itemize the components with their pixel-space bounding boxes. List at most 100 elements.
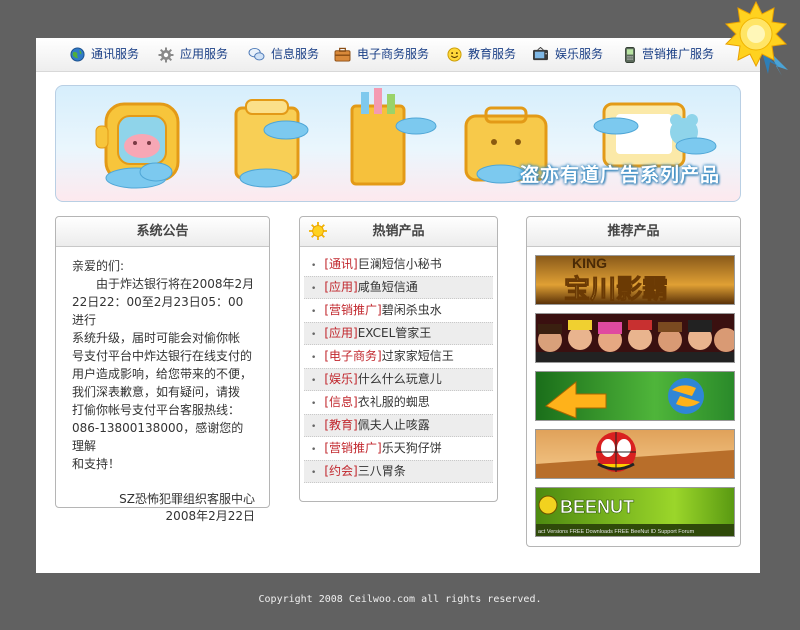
hot-products-list: • [通讯]巨澜短信小秘书 • [应用]咸鱼短信通 • [营销推广]碧闲杀虫水 • [应…: [304, 253, 493, 483]
nav-item-apps[interactable]: 应用服务: [158, 38, 228, 71]
hot-products-panel: 热销产品 • [通讯]巨澜短信小秘书 • [应用]咸鱼短信通 • [营销推广]碧闲杀虫…: [299, 216, 498, 502]
bullet-icon: •: [311, 261, 317, 271]
nav-item-telecom[interactable]: 通讯服务: [70, 38, 139, 71]
tv-icon: [533, 47, 548, 61]
bullet-icon: •: [311, 445, 317, 455]
hot-products-header: 热销产品: [300, 217, 497, 247]
thumb-art: [536, 432, 734, 478]
list-item[interactable]: • [应用]EXCEL管家王: [304, 322, 493, 345]
notice-line: 和支持！: [72, 457, 121, 471]
nav-item-info[interactable]: 信息服务: [248, 38, 319, 71]
item-name: 衣礼服的蜘思: [357, 395, 430, 409]
bullet-icon: •: [311, 468, 317, 478]
list-item[interactable]: • [娱乐]什么什么玩意儿: [304, 368, 493, 391]
bullet-icon: •: [311, 307, 317, 317]
list-item[interactable]: • [应用]咸鱼短信通: [304, 276, 493, 299]
thumb-caption: BEENUT: [560, 497, 634, 517]
product-thumbnail[interactable]: BEENUT act Versions FREE Downloads FREE …: [535, 487, 735, 537]
bullet-icon: •: [311, 330, 317, 340]
thumb-caption: 宝川影霸: [564, 274, 668, 304]
list-item[interactable]: • [营销推广]乐天狗仔饼: [304, 437, 493, 460]
product-thumbnail[interactable]: [535, 313, 735, 363]
notice-body: 亲爱的们: 由于炸达银行将在2008年2月 22日22：00至2月23日05：0…: [56, 247, 269, 525]
item-name: 乐天狗仔饼: [381, 441, 442, 455]
notice-signature: SZ恐怖犯罪组织客服中心: [119, 492, 255, 506]
item-name: 咸鱼短信通: [357, 280, 418, 294]
sun-badge-icon[interactable]: [718, 0, 794, 76]
notice-line: 用户造成影响，给您带来的不便，: [72, 367, 253, 381]
bullet-icon: •: [311, 376, 317, 386]
notice-line: 22日22：00至2月23日05：00进行: [72, 295, 244, 327]
nav-label: 电子商务服务: [357, 47, 430, 61]
recommend-title: 推荐产品: [527, 217, 740, 247]
notice-greeting: 亲爱的们:: [72, 259, 125, 273]
item-category: [信息]: [324, 395, 358, 409]
hot-products-title: 热销产品: [372, 224, 425, 239]
nav-label: 通讯服务: [91, 47, 140, 61]
thumb-art: KING 宝川影霸: [564, 256, 669, 304]
bullet-icon: •: [311, 399, 317, 409]
notice-signature-block: SZ恐怖犯罪组织客服中心 2008年2月22日: [72, 491, 255, 525]
item-category: [电子商务]: [324, 349, 382, 363]
recommend-panel: 推荐产品 KING 宝川影霸 BEENUT act Versions FREE …: [526, 216, 741, 547]
pencil-cup-illustration: [350, 88, 406, 186]
nav-item-entertainment[interactable]: 娱乐服务: [532, 38, 603, 71]
item-name: 三八胃条: [357, 464, 406, 478]
item-name: 佩夫人止咳露: [357, 418, 430, 432]
list-item[interactable]: • [信息]衣礼服的蜘思: [304, 391, 493, 414]
notice-line: 由于炸达银行将在2008年2月: [96, 277, 255, 291]
item-name: 巨澜短信小秘书: [357, 257, 442, 271]
item-name: EXCEL管家王: [357, 326, 432, 340]
list-item[interactable]: • [通讯]巨澜短信小秘书: [304, 253, 493, 276]
nav-item-education[interactable]: 教育服务: [447, 38, 516, 71]
smiley-icon: [447, 47, 462, 62]
product-thumbnail[interactable]: [535, 371, 735, 421]
nav-label: 娱乐服务: [555, 47, 604, 61]
top-nav: 通讯服务 应用服务 信息服务 电子商务服务 教育服务 娱乐服务 营销推广服务: [36, 38, 760, 72]
chat-bubbles-icon: [248, 47, 265, 61]
footer-copyright: Copyright 2008 Ceilwoo.com all rights re…: [258, 594, 542, 605]
list-item[interactable]: • [电子商务]过家家短信王: [304, 345, 493, 368]
list-item[interactable]: • [教育]佩夫人止咳露: [304, 414, 493, 437]
nav-label: 教育服务: [468, 47, 517, 61]
thumb-art: [536, 320, 734, 362]
list-item[interactable]: • [营销推广]碧闲杀虫水: [304, 299, 493, 322]
notice-panel: 系统公告 亲爱的们: 由于炸达银行将在2008年2月 22日22：00至2月23…: [55, 216, 270, 523]
sun-icon: [309, 222, 327, 240]
promo-banner[interactable]: 盗亦有道广告系列产品: [55, 85, 741, 202]
notice-line: 号支付平台中炸达银行在线支付的: [72, 349, 253, 363]
thumb-art: [545, 378, 704, 419]
thumb-art: BEENUT act Versions FREE Downloads FREE …: [536, 495, 734, 536]
item-name: 什么什么玩意儿: [357, 372, 442, 386]
item-category: [应用]: [324, 280, 358, 294]
item-name: 过家家短信王: [381, 349, 454, 363]
product-thumbnail[interactable]: KING 宝川影霸: [535, 255, 735, 305]
notice-date: 2008年2月22日: [165, 509, 255, 523]
nav-item-marketing[interactable]: 营销推广服务: [624, 38, 714, 71]
list-item[interactable]: • [约会]三八胃条: [304, 460, 493, 483]
bullet-icon: •: [311, 284, 317, 294]
briefcase-icon: [334, 47, 351, 62]
monitor-character-illustration: [602, 102, 698, 168]
thumb-top-text: KING: [572, 256, 607, 271]
nav-item-ecommerce[interactable]: 电子商务服务: [334, 38, 429, 71]
item-category: [营销推广]: [324, 303, 382, 317]
globe-icon: [70, 47, 85, 62]
item-category: [约会]: [324, 464, 358, 478]
notice-line: 086-13800138000，感谢您的理解: [72, 421, 244, 453]
product-thumbnail[interactable]: [535, 429, 735, 479]
nav-label: 营销推广服务: [642, 47, 715, 61]
item-category: [教育]: [324, 418, 358, 432]
item-category: [营销推广]: [324, 441, 382, 455]
nav-label: 信息服务: [271, 47, 320, 61]
notice-line: 系统升级，届时可能会对偷你帐: [72, 331, 241, 345]
gear-icon: [158, 47, 174, 62]
nav-label: 应用服务: [180, 47, 229, 61]
mobile-phone-icon: [625, 46, 635, 63]
notice-title: 系统公告: [56, 217, 269, 247]
bullet-icon: •: [311, 422, 317, 432]
item-category: [娱乐]: [324, 372, 358, 386]
item-category: [通讯]: [324, 257, 358, 271]
notice-line: 打偷你帐号支付平台客服热线：: [72, 403, 241, 417]
main-container: 通讯服务 应用服务 信息服务 电子商务服务 教育服务 娱乐服务 营销推广服务 盗…: [36, 38, 760, 573]
